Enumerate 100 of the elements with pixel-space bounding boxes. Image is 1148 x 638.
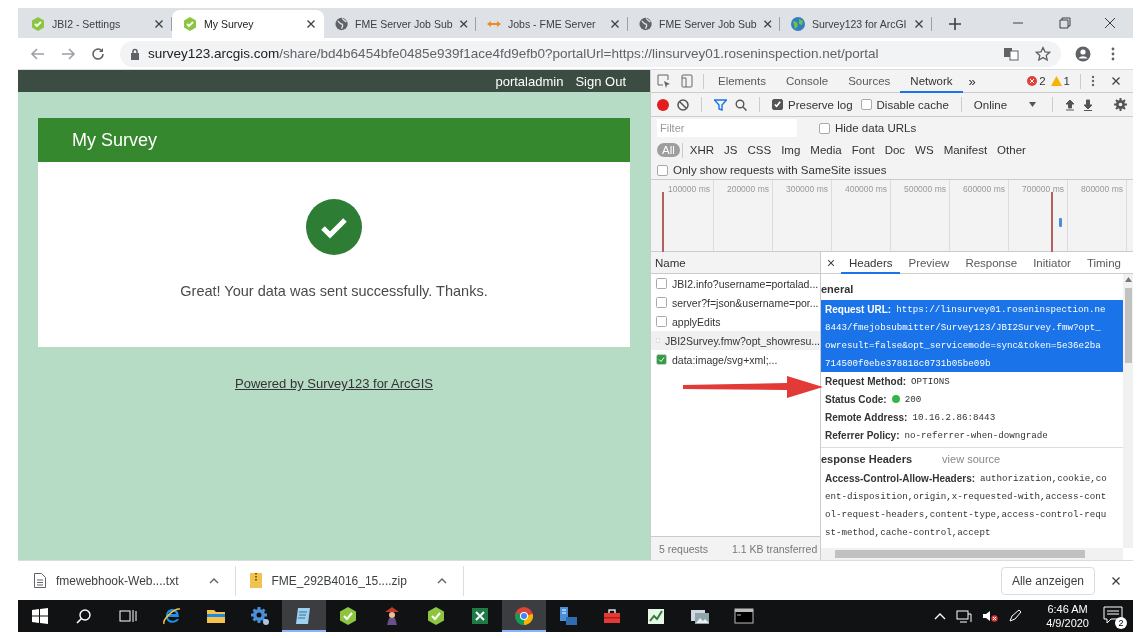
request-row[interactable]: data:image/svg+xml;... [651,350,820,369]
checkbox[interactable] [860,99,872,110]
scrollbar[interactable] [821,548,1123,560]
caret-icon[interactable] [208,577,219,584]
translate-icon[interactable] [1003,45,1019,62]
type-filter[interactable]: CSS [742,143,777,157]
detail-tab[interactable]: Headers [841,251,901,274]
pen-icon[interactable] [1008,609,1023,623]
console-icon[interactable] [733,605,755,627]
filter-icon[interactable] [714,98,727,111]
detail-tab[interactable]: Timing [1078,251,1129,274]
close-icon[interactable] [610,19,620,29]
more-tabs[interactable]: » [962,73,982,89]
detail-tab[interactable]: Response [957,251,1026,274]
scrollbar[interactable] [1123,274,1133,548]
devtools-tab[interactable]: Console [775,69,839,93]
close-icon[interactable] [1111,575,1121,586]
checkbox[interactable] [819,122,830,134]
header-row[interactable]: Remote Address: 10.16.2.86:8443 [821,408,1123,426]
muted-volume-icon[interactable] [982,609,999,623]
type-filter[interactable]: Other [992,143,1031,157]
taskbar-app[interactable] [282,600,326,632]
taskbar-app[interactable] [502,600,546,632]
forward-icon[interactable] [60,45,76,62]
type-filter[interactable]: Img [776,143,806,157]
chrome-icon[interactable] [513,605,535,627]
request-row[interactable]: JBI2.info?username=portalad... [651,274,820,293]
type-filter[interactable]: JS [719,143,743,157]
settings-icon[interactable] [1114,98,1127,111]
spreadsheet-icon[interactable] [469,605,491,627]
checkbox[interactable] [657,164,668,176]
survey-icon[interactable] [337,605,359,627]
request-row[interactable]: server?f=json&username=por... [651,293,820,312]
view-source-link[interactable]: view source [942,452,1001,465]
star-icon[interactable] [1035,45,1051,62]
detail-tab[interactable]: Preview [900,251,958,274]
record-icon[interactable] [657,98,669,111]
server-icon[interactable] [557,605,579,627]
browser-tab[interactable]: Survey123 for ArcGI [780,10,932,38]
close-icon[interactable] [458,19,468,29]
show-all-button[interactable]: Alle anzeigen [1000,566,1095,595]
search-icon[interactable] [76,608,92,624]
survey-icon[interactable] [425,605,447,627]
close-icon[interactable] [827,258,835,267]
close-icon[interactable] [914,19,924,29]
checkbox[interactable] [772,99,783,110]
type-filter[interactable]: Doc [879,143,911,157]
request-row[interactable]: applyEdits [651,312,820,331]
type-filter[interactable]: XHR [684,143,720,157]
type-filter[interactable]: Media [805,143,847,157]
back-icon[interactable] [30,45,46,62]
download-icon[interactable] [1083,98,1094,111]
inspect-icon[interactable] [657,74,671,88]
devtools-tab[interactable]: Sources [838,69,901,93]
search-icon[interactable] [735,98,747,111]
scroll-thumb[interactable] [1124,288,1132,363]
clear-icon[interactable] [677,98,689,111]
upload-icon[interactable] [1065,98,1076,111]
network-icon[interactable] [956,609,973,623]
detail-tab[interactable]: Initiator [1025,251,1079,274]
browser-tab[interactable]: FME Server Job Sub [628,10,780,38]
browser-tab[interactable]: My Survey [172,10,324,38]
scroll-up-icon[interactable] [1124,277,1132,282]
chevron-up-icon[interactable] [934,612,947,620]
caret-icon[interactable] [1029,102,1037,107]
scroll-thumb[interactable] [835,550,1085,558]
devtools-tab[interactable]: Elements [708,69,776,93]
gear-icon[interactable] [249,605,271,627]
download-name[interactable]: FME_292B4016_15....zip [271,573,427,588]
powered-by-link[interactable]: Powered by Survey123 for ArcGIS [235,376,433,391]
task-view-icon[interactable] [119,608,137,624]
caret-icon[interactable] [436,577,447,584]
header-row[interactable]: Status Code: 200 [821,390,1123,408]
clock-date[interactable]: 4/9/2020 [1046,616,1089,630]
section-heading[interactable]: esponse Headers [821,452,913,465]
header-row[interactable]: Request URL: https://linsurvey01.roseninspection.ne 8443/fmejobsubmitter/Survey123/JBI2Survey.fmw?opt_ owresult=false&opt_servicemode=sync&token=5e36e2ba 714500f0ebe378818c0731b05be09b [821,300,1123,372]
notification-button[interactable]: 2 [1103,606,1125,626]
new-tab-icon[interactable] [948,17,962,31]
menu-icon[interactable] [1091,75,1095,87]
clock-time[interactable]: 6:46 AM [1046,602,1089,616]
close-icon[interactable] [1111,76,1121,86]
type-filter[interactable]: Manifest [938,143,993,157]
browser-tab[interactable]: Jobs - FME Server [476,10,628,38]
address-field[interactable]: survey123.arcgis.com/share/bd4b6454bfe0485e939f1ace4fd9efb0?portalUrl=https://linsurvey01.roseninspection.net/portal [120,40,1061,67]
request-row[interactable]: JBI2Survey.fmw?opt_showresu... [651,331,820,350]
header-row[interactable]: Referrer Policy: no-referrer-when-downgrade [821,426,1123,444]
filter-field[interactable]: Filter [657,119,797,137]
close-icon[interactable] [154,19,164,29]
sign-out-link[interactable]: Sign Out [575,73,626,89]
column-header[interactable]: Name [655,256,686,269]
devtools-tab[interactable]: Network [900,69,963,93]
reload-icon[interactable] [90,45,106,62]
section-heading[interactable]: eneral [821,283,854,295]
user-name[interactable]: portaladmin [495,73,564,89]
download-name[interactable]: fmewebhook-Web....txt [56,573,199,588]
browser-icon[interactable] [161,605,183,627]
browser-tab[interactable]: FME Server Job Sub [324,10,476,38]
close-icon[interactable] [306,19,316,29]
browser-tab[interactable]: JBI2 - Settings [20,10,172,38]
close-icon[interactable] [762,19,772,29]
